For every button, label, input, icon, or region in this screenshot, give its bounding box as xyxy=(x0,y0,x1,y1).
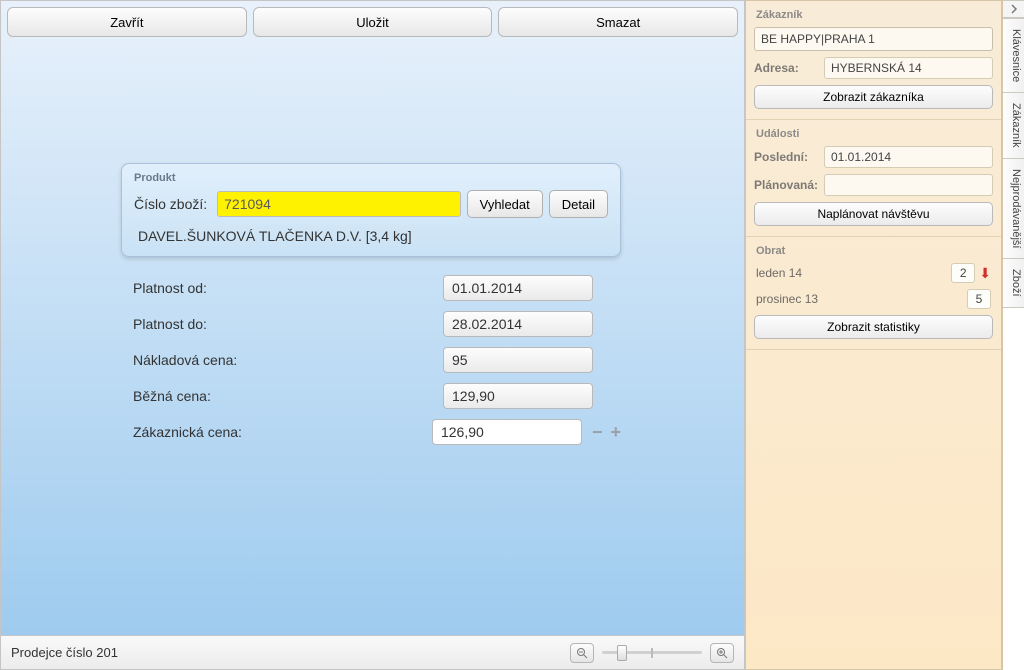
customer-price-label: Zákaznická cena: xyxy=(133,424,432,440)
show-customer-button[interactable]: Zobrazit zákazníka xyxy=(754,85,993,109)
customer-section: Zákazník Adresa: Zobrazit zákazníka xyxy=(746,1,1001,120)
zoom-control xyxy=(570,643,734,663)
close-button[interactable]: Zavřít xyxy=(7,7,247,37)
address-label: Adresa: xyxy=(754,61,818,75)
turnover-label: prosinec 13 xyxy=(756,292,967,306)
valid-to-input[interactable] xyxy=(443,311,593,337)
product-box: Produkt Číslo zboží: Vyhledat Detail DAV… xyxy=(121,163,621,257)
trend-down-icon: ⬇ xyxy=(979,265,991,282)
plan-visit-button[interactable]: Naplánovat návštěvu xyxy=(754,202,993,226)
planned-event-input[interactable] xyxy=(824,174,993,196)
product-box-title: Produkt xyxy=(134,172,608,184)
zoom-out-button[interactable] xyxy=(570,643,594,663)
product-code-label: Číslo zboží: xyxy=(134,196,207,212)
detail-button[interactable]: Detail xyxy=(549,190,608,218)
turnover-section-title: Obrat xyxy=(754,241,993,263)
zoom-in-button[interactable] xyxy=(710,643,734,663)
events-section-title: Události xyxy=(754,124,993,146)
customer-section-title: Zákazník xyxy=(754,5,993,27)
turnover-value: 2 xyxy=(951,263,975,283)
show-stats-button[interactable]: Zobrazit statistiky xyxy=(754,315,993,339)
valid-from-label: Platnost od: xyxy=(133,280,443,296)
customer-name-input[interactable] xyxy=(754,27,993,51)
product-code-input[interactable] xyxy=(217,191,461,217)
turnover-row: leden 14 2 ⬇ xyxy=(754,263,993,283)
turnover-row: prosinec 13 5 xyxy=(754,289,993,309)
plus-icon[interactable]: + xyxy=(610,422,621,443)
status-text: Prodejce číslo 201 xyxy=(11,645,118,660)
vtab-customer[interactable]: Zákazník xyxy=(1003,93,1024,159)
valid-from-input[interactable] xyxy=(443,275,593,301)
last-event-input[interactable] xyxy=(824,146,993,168)
last-event-label: Poslední: xyxy=(754,150,818,164)
collapse-sidepanel-button[interactable] xyxy=(1003,0,1024,18)
cost-price-label: Nákladová cena: xyxy=(133,352,443,368)
content-area: Produkt Číslo zboží: Vyhledat Detail DAV… xyxy=(1,43,744,635)
search-button[interactable]: Vyhledat xyxy=(467,190,543,218)
planned-event-label: Plánovaná: xyxy=(754,178,818,192)
normal-price-label: Běžná cena: xyxy=(133,388,443,404)
valid-to-label: Platnost do: xyxy=(133,316,443,332)
toolbar: Zavřít Uložit Smazat xyxy=(1,1,744,43)
zoom-slider[interactable] xyxy=(602,643,702,663)
turnover-value: 5 xyxy=(967,289,991,309)
vtab-bestsellers[interactable]: Nejprodávanější xyxy=(1003,159,1024,260)
turnover-section: Obrat leden 14 2 ⬇ prosinec 13 5 Zobrazi… xyxy=(746,237,1001,350)
cost-price-input[interactable] xyxy=(443,347,593,373)
product-description: DAVEL.ŠUNKOVÁ TLAČENKA D.V. [3,4 kg] xyxy=(134,226,608,246)
status-bar: Prodejce číslo 201 xyxy=(1,635,744,669)
side-panel: Zákazník Adresa: Zobrazit zákazníka Udál… xyxy=(745,0,1002,670)
vtab-goods[interactable]: Zboží xyxy=(1003,259,1024,308)
chevron-right-icon xyxy=(1009,4,1019,14)
delete-button[interactable]: Smazat xyxy=(498,7,738,37)
main-panel: Zavřít Uložit Smazat Produkt Číslo zboží… xyxy=(0,0,745,670)
turnover-label: leden 14 xyxy=(756,266,951,280)
fields-area: Platnost od: Platnost do: Nákladová cena… xyxy=(121,275,621,445)
vertical-tabs: Klávesnice Zákazník Nejprodávanější Zbož… xyxy=(1002,0,1024,670)
save-button[interactable]: Uložit xyxy=(253,7,493,37)
zoom-out-icon xyxy=(576,647,588,659)
address-input[interactable] xyxy=(824,57,993,79)
normal-price-input[interactable] xyxy=(443,383,593,409)
vtab-keyboard[interactable]: Klávesnice xyxy=(1003,18,1024,93)
customer-price-input[interactable] xyxy=(432,419,582,445)
zoom-in-icon xyxy=(716,647,728,659)
minus-icon[interactable]: − xyxy=(592,422,603,443)
events-section: Události Poslední: Plánovaná: Naplánovat… xyxy=(746,120,1001,237)
